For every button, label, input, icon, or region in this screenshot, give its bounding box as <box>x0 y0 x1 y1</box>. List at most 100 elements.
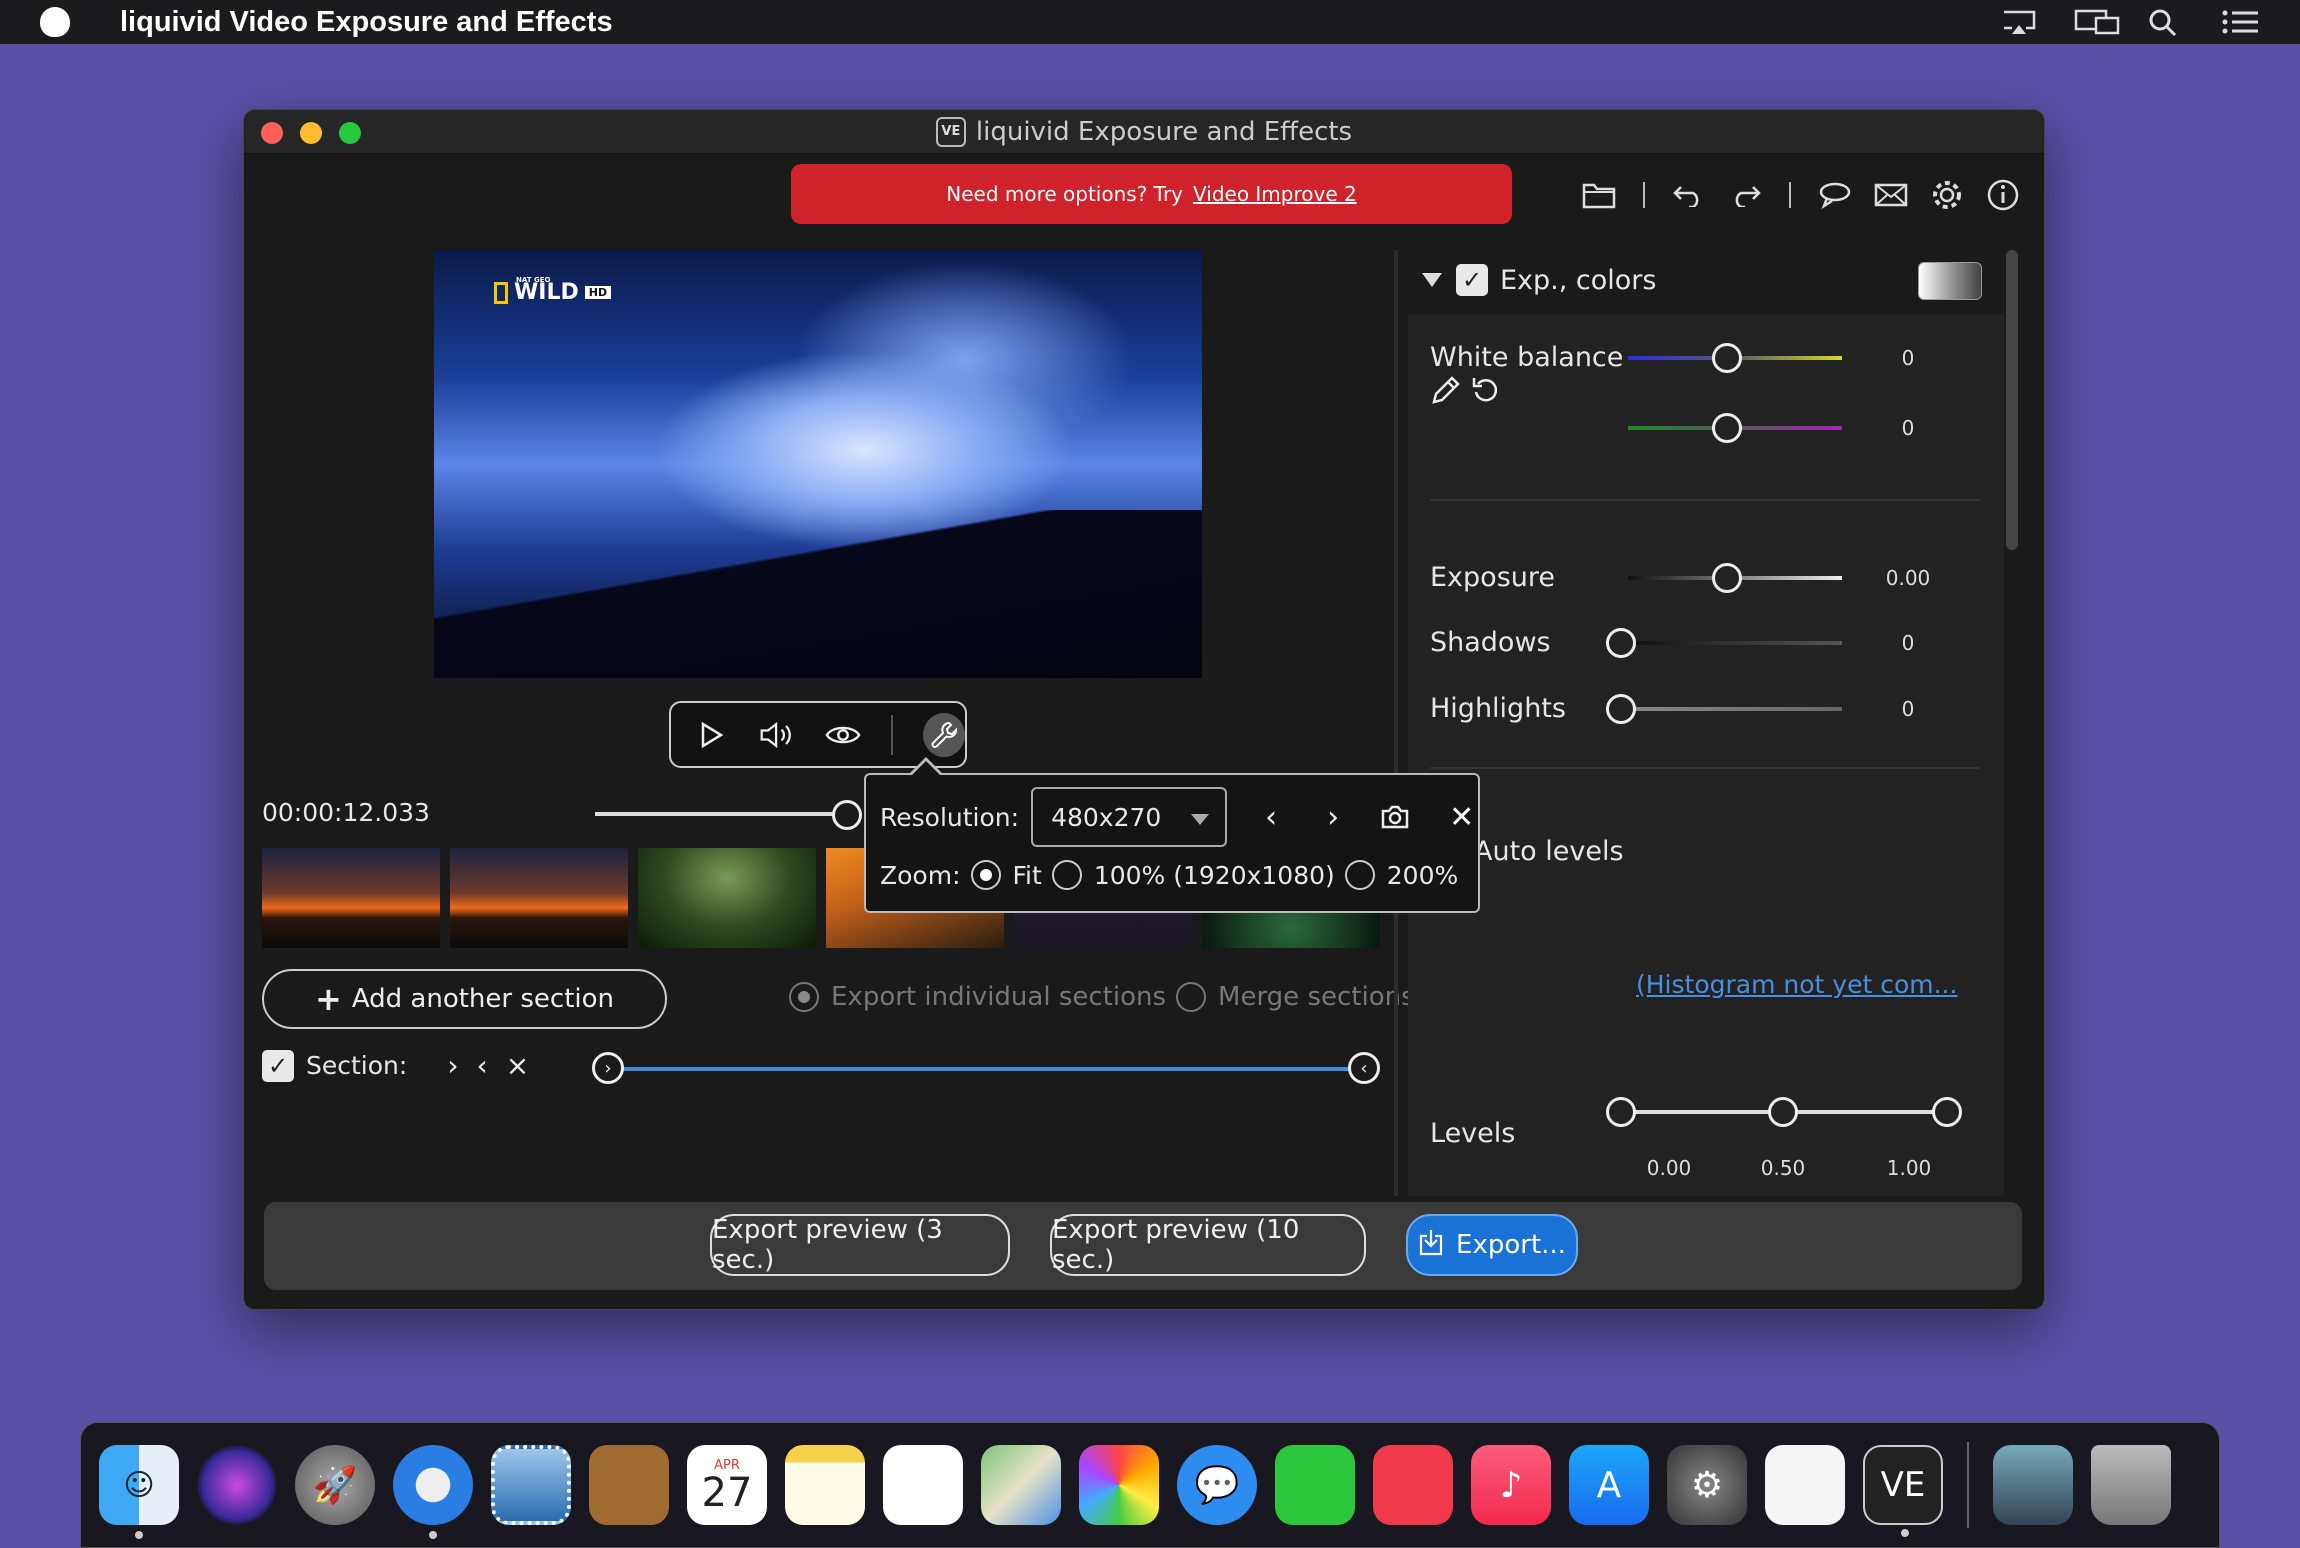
playback-slider-track[interactable] <box>595 812 845 816</box>
export-preview-10-button[interactable]: Export preview (10 sec.) <box>1050 1214 1366 1276</box>
snapshot-camera-icon[interactable] <box>1377 799 1413 835</box>
textedit-icon[interactable] <box>1765 1445 1845 1525</box>
levels-high-knob[interactable] <box>1932 1097 1962 1127</box>
export-button[interactable]: Export... <box>1406 1214 1578 1276</box>
spotlight-search-icon[interactable] <box>2148 8 2186 37</box>
next-frame-icon[interactable]: › <box>1315 799 1351 835</box>
maps-icon[interactable] <box>981 1445 1061 1525</box>
info-icon[interactable] <box>1985 177 2021 213</box>
shadows-label: Shadows <box>1430 627 1551 658</box>
settings-gear-icon[interactable] <box>1929 177 1965 213</box>
controls-divider <box>891 714 894 755</box>
playback-slider-knob[interactable] <box>832 800 862 830</box>
temperature-knob[interactable] <box>1712 343 1742 373</box>
wrench-icon[interactable] <box>923 712 966 757</box>
panel-header[interactable]: ✓ Exp., colors <box>1408 250 2004 310</box>
volume-icon[interactable] <box>759 717 795 753</box>
system-preferences-icon[interactable]: ⚙ <box>1667 1445 1747 1525</box>
gradient-preset-swatch[interactable] <box>1918 262 1982 300</box>
play-icon[interactable] <box>695 717 729 753</box>
launchpad-icon[interactable]: 🚀 <box>295 1445 375 1525</box>
section-prev-icon[interactable]: ‹ <box>477 1049 488 1082</box>
minimize-window-button[interactable] <box>300 122 322 144</box>
notes-icon[interactable] <box>785 1445 865 1525</box>
panel-scrollbar[interactable] <box>2006 250 2018 550</box>
add-section-button[interactable]: + Add another section <box>262 969 667 1029</box>
zoom-fit-radio[interactable] <box>970 860 1001 890</box>
panel-divider[interactable] <box>1394 250 1398 1196</box>
collapse-triangle-icon[interactable] <box>1422 273 1442 287</box>
promo-link[interactable]: Video Improve 2 <box>1193 182 1357 206</box>
section-start-handle[interactable]: › <box>592 1052 624 1084</box>
siri-icon[interactable] <box>197 1445 277 1525</box>
reset-icon[interactable] <box>1470 374 1502 410</box>
section-row: ✓ Section: › ‹ × <box>262 1049 529 1082</box>
resolution-select[interactable]: 480x270 <box>1031 787 1228 847</box>
trash-icon[interactable] <box>2091 1445 2171 1525</box>
shadows-slider[interactable] <box>1628 641 1842 645</box>
redo-icon[interactable] <box>1727 177 1763 213</box>
app-store-icon[interactable]: A <box>1569 1445 1649 1525</box>
histogram-link[interactable]: (Histogram not yet com... <box>1636 970 1957 999</box>
thumbnail[interactable] <box>638 848 816 948</box>
export-individual-radio[interactable] <box>789 982 819 1012</box>
zoom-label: Zoom: <box>880 860 961 890</box>
shadows-knob[interactable] <box>1606 628 1636 658</box>
messages-icon[interactable]: 💬 <box>1177 1445 1257 1525</box>
exp-colors-checkbox[interactable]: ✓ <box>1456 264 1488 296</box>
notification-center-icon[interactable] <box>2222 8 2260 36</box>
section-range-track[interactable] <box>606 1067 1362 1071</box>
export-icon <box>1418 1228 1444 1263</box>
resolution-label: Resolution: <box>880 802 1020 832</box>
video-preview[interactable]: NAT GEO WILD HD <box>434 250 1202 678</box>
tint-knob[interactable] <box>1712 413 1742 443</box>
section-next-icon[interactable]: › <box>447 1049 458 1082</box>
liquivid-ve-icon[interactable]: VE <box>1863 1445 1943 1537</box>
calendar-icon[interactable]: APR 27 <box>687 1445 767 1525</box>
apple-menu-icon[interactable] <box>40 7 70 37</box>
previous-frame-icon[interactable]: ‹ <box>1253 799 1289 835</box>
undo-icon[interactable] <box>1671 177 1707 213</box>
finder-icon[interactable]: ☺ <box>99 1445 179 1539</box>
mail-icon[interactable] <box>1873 177 1909 213</box>
exposure-knob[interactable] <box>1712 563 1742 593</box>
music-icon[interactable]: ♪ <box>1471 1445 1551 1525</box>
close-popover-icon[interactable]: ✕ <box>1449 800 1474 835</box>
facetime-icon[interactable] <box>1275 1445 1355 1525</box>
news-icon[interactable] <box>1373 1445 1453 1525</box>
zoom-window-button[interactable] <box>339 122 361 144</box>
highlights-slider[interactable] <box>1628 707 1842 711</box>
channel-logo: NAT GEO WILD HD <box>494 276 612 305</box>
zoom-200-label: 200% <box>1386 860 1459 890</box>
section-remove-icon[interactable]: × <box>506 1049 529 1082</box>
photos-icon[interactable] <box>1079 1445 1159 1525</box>
zoom-100-radio[interactable] <box>1051 860 1082 890</box>
safari-icon[interactable] <box>393 1445 473 1539</box>
screen-mirroring-icon[interactable] <box>2074 8 2120 36</box>
section-checkbox[interactable]: ✓ <box>262 1049 294 1082</box>
feedback-bubble-icon[interactable] <box>1817 177 1853 213</box>
section-end-handle[interactable]: ‹ <box>1348 1052 1380 1084</box>
thumbnail[interactable] <box>450 848 628 948</box>
highlights-knob[interactable] <box>1606 694 1636 724</box>
downloads-stack-icon[interactable] <box>1993 1445 2073 1525</box>
thumbnail[interactable] <box>262 848 440 948</box>
mail-stamp-icon[interactable] <box>491 1445 571 1525</box>
shadows-value: 0 <box>1901 631 1915 655</box>
close-window-button[interactable] <box>261 122 283 144</box>
airplay-icon[interactable] <box>2000 8 2038 36</box>
reminders-icon[interactable] <box>883 1445 963 1525</box>
contacts-icon[interactable] <box>589 1445 669 1525</box>
temperature-value: 0 <box>1901 346 1915 370</box>
export-mode-group: Export individual sections Merge section… <box>779 982 1415 1012</box>
merge-sections-radio[interactable] <box>1176 982 1207 1012</box>
export-preview-3-button[interactable]: Export preview (3 sec.) <box>710 1214 1010 1276</box>
calendar-day: 27 <box>701 1469 753 1516</box>
open-folder-icon[interactable] <box>1581 177 1617 213</box>
zoom-200-radio[interactable] <box>1344 860 1375 890</box>
levels-mid-knob[interactable] <box>1768 1097 1798 1127</box>
eye-icon[interactable] <box>825 717 861 753</box>
eyedropper-icon[interactable] <box>1430 374 1462 410</box>
levels-low-knob[interactable] <box>1606 1097 1636 1127</box>
app-name-menu[interactable]: liquivid Video Exposure and Effects <box>120 6 613 39</box>
